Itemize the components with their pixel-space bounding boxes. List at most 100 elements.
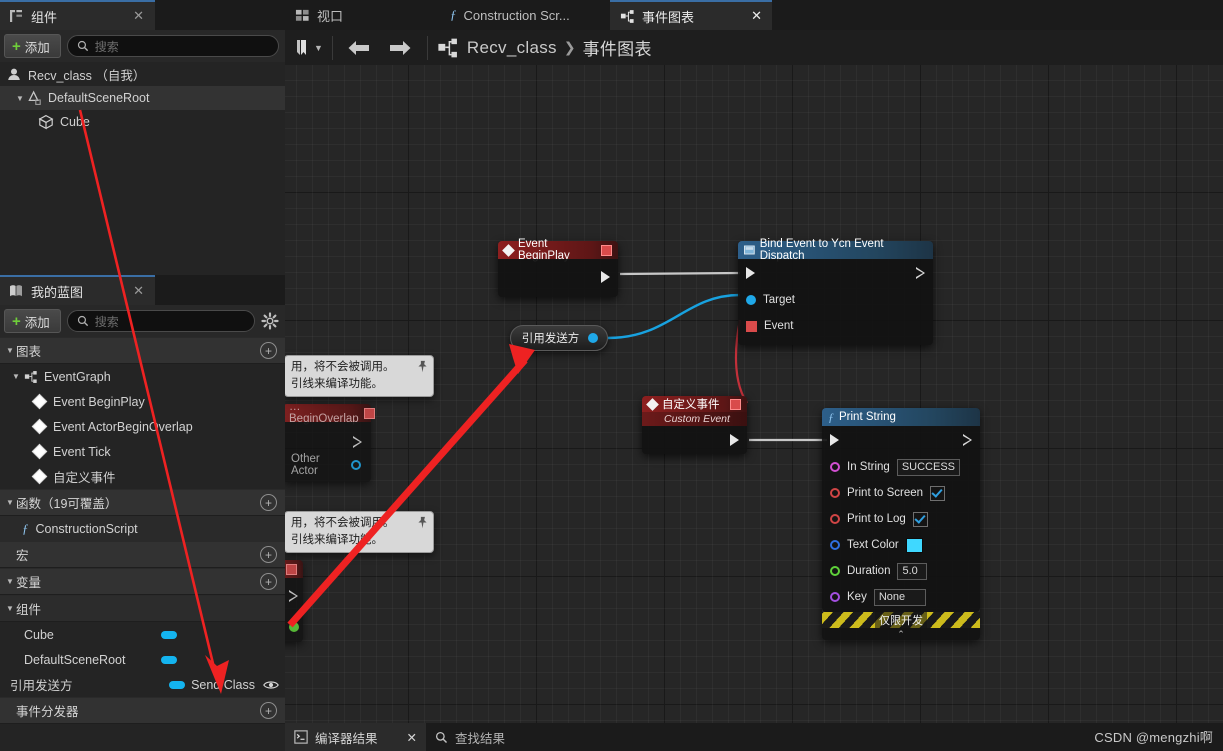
data-out-pin[interactable]: [289, 622, 299, 632]
variable-row-ref-sender[interactable]: 引用发送方 Send Class: [0, 672, 285, 697]
tab-compiler-results[interactable]: 编译器结果 ✕: [285, 723, 426, 751]
section-components[interactable]: ▼ 组件: [0, 595, 285, 622]
tree-item-default-scene-root-label: DefaultSceneRoot: [48, 91, 150, 105]
tree-item-recv-class[interactable]: Recv_class （自我）: [0, 62, 285, 86]
chevron-down-icon[interactable]: ▼: [4, 604, 16, 613]
section-graphs[interactable]: ▼ 图表 +: [0, 337, 285, 364]
tab-construction-script[interactable]: ƒ Construction Scr...: [440, 0, 595, 30]
variable-type-pill: [169, 680, 186, 689]
node-ref-sender-label: 引用发送方: [521, 333, 580, 345]
chevron-down-icon[interactable]: ▼: [10, 372, 22, 381]
tab-components[interactable]: 组件 ✕: [0, 0, 155, 30]
section-event-dispatchers[interactable]: ▼ 事件分发器 +: [0, 697, 285, 724]
in-string-pin[interactable]: [830, 462, 840, 472]
text-color-swatch[interactable]: [905, 537, 923, 553]
print-to-screen-pin[interactable]: [830, 488, 840, 498]
components-tabstrip: 组件 ✕: [0, 0, 285, 30]
section-variables-add-button[interactable]: +: [260, 573, 277, 590]
eye-icon[interactable]: [263, 679, 279, 691]
tab-viewport[interactable]: 视口: [285, 0, 395, 30]
myblueprint-add-label: 添加: [24, 315, 50, 330]
section-functions-add-button[interactable]: +: [260, 494, 277, 511]
node-event-begin-play[interactable]: Event BeginPlay: [498, 238, 618, 297]
forward-button[interactable]: [380, 34, 422, 62]
section-graphs-add-button[interactable]: +: [260, 342, 277, 359]
duration-pin[interactable]: [830, 566, 840, 576]
breadcrumb-separator-icon: ❯: [563, 39, 576, 55]
exec-in-pin[interactable]: [830, 434, 839, 446]
tab-event-graph-close-icon[interactable]: ✕: [751, 8, 762, 24]
gear-icon[interactable]: [261, 312, 279, 330]
exec-out-pin[interactable]: [289, 590, 298, 602]
print-string-key-value[interactable]: None: [873, 588, 926, 606]
graph-item-event-beginplay[interactable]: Event BeginPlay: [0, 389, 285, 414]
components-search-input[interactable]: 搜索: [66, 35, 279, 57]
function-icon: ƒ: [450, 7, 457, 22]
event-diamond-icon: [31, 468, 48, 485]
function-icon: ƒ: [22, 520, 29, 536]
print-to-log-checkbox[interactable]: [912, 511, 928, 527]
tab-event-graph[interactable]: 事件图表 ✕: [610, 0, 772, 30]
tree-item-default-scene-root[interactable]: ▼ DefaultSceneRoot: [0, 86, 285, 110]
target-pin[interactable]: [746, 295, 756, 305]
section-event-dispatchers-add-button[interactable]: +: [260, 702, 277, 719]
node-actor-begin-overlap-occluded[interactable]: …BeginOverlap Other Actor: [285, 401, 375, 482]
exec-out-pin[interactable]: [601, 271, 610, 283]
chevron-down-icon[interactable]: ▼: [14, 94, 26, 103]
section-functions[interactable]: ▼ 函数（19可覆盖） +: [0, 489, 285, 516]
exec-out-pin[interactable]: [963, 434, 972, 446]
graph-item-event-actorbeginoverlap[interactable]: Event ActorBeginOverlap: [0, 414, 285, 439]
text-color-pin[interactable]: [830, 540, 840, 550]
graph-icon: [438, 38, 457, 57]
myblueprint-tabstrip: 我的蓝图 ✕: [0, 275, 285, 305]
print-to-log-pin[interactable]: [830, 514, 840, 524]
exec-out-pin[interactable]: [916, 267, 925, 279]
myblueprint-search-input[interactable]: 搜索: [66, 310, 255, 332]
object-out-pin[interactable]: [588, 333, 598, 343]
tab-compiler-results-close-icon[interactable]: ✕: [407, 730, 417, 745]
exec-wire-beginplay-to-bind: [619, 271, 741, 276]
print-string-collapse-button[interactable]: ⌃: [822, 628, 980, 640]
variable-row-cube[interactable]: Cube: [0, 622, 285, 647]
print-string-instring-value[interactable]: SUCCESS: [896, 458, 961, 476]
other-actor-row: Other Actor: [285, 452, 369, 478]
tree-item-cube[interactable]: Cube: [0, 110, 285, 134]
section-variables[interactable]: ▼ 变量 +: [0, 568, 285, 595]
section-macros[interactable]: ▼ 宏 +: [0, 541, 285, 568]
tab-components-close-icon[interactable]: ✕: [130, 8, 147, 24]
chevron-down-icon[interactable]: ▼: [4, 577, 16, 586]
myblueprint-add-button[interactable]: + 添加: [4, 309, 61, 333]
graph-item-custom-event[interactable]: 自定义事件: [0, 464, 285, 489]
graph-item-event-tick[interactable]: Event Tick: [0, 439, 285, 464]
blueprint-graph-canvas[interactable]: Event BeginPlay Bind Event to Ycn Event …: [285, 65, 1223, 723]
chevron-down-icon[interactable]: ▼: [4, 346, 16, 355]
chevron-down-icon[interactable]: ▼: [314, 43, 323, 53]
exec-out-pin[interactable]: [353, 436, 362, 448]
key-pin[interactable]: [830, 592, 840, 602]
data-wire-sender-to-target: [607, 293, 741, 340]
variable-row-defaultsceneroot[interactable]: DefaultSceneRoot: [0, 647, 285, 672]
node-occluded-lower[interactable]: [285, 560, 303, 642]
tab-my-blueprint-close-icon[interactable]: ✕: [130, 283, 147, 299]
print-string-duration-value[interactable]: 5.0: [897, 562, 928, 580]
function-item-constructionscript[interactable]: ƒ ConstructionScript: [0, 516, 285, 541]
node-bind-event-dispatcher[interactable]: Bind Event to Ycn Event Dispatch Target: [738, 238, 933, 345]
back-button[interactable]: [338, 34, 380, 62]
components-add-button[interactable]: + 添加: [4, 34, 61, 58]
tab-my-blueprint[interactable]: 我的蓝图 ✕: [0, 275, 155, 305]
event-pin[interactable]: [746, 320, 757, 332]
other-actor-pin[interactable]: [351, 460, 361, 470]
exec-out-pin[interactable]: [730, 434, 739, 446]
print-to-screen-checkbox[interactable]: [930, 485, 946, 501]
graph-item-eventgraph[interactable]: ▼ EventGraph: [0, 364, 285, 389]
tab-find-results[interactable]: 查找结果: [426, 723, 514, 751]
node-ref-sender-variable[interactable]: 引用发送方: [510, 325, 608, 351]
node-custom-event[interactable]: 自定义事件 Custom Event: [642, 396, 747, 454]
bookmark-button[interactable]: ▼: [291, 34, 327, 62]
tooltip-note-upper-line2: 引线来编译功能。: [291, 378, 383, 390]
chevron-down-icon[interactable]: ▼: [4, 498, 16, 507]
breadcrumb-root[interactable]: Recv_class: [467, 38, 557, 58]
node-print-string[interactable]: ƒ Print String In String SUCCESS Print t…: [822, 408, 980, 640]
section-macros-add-button[interactable]: +: [260, 546, 277, 563]
exec-in-pin[interactable]: [746, 267, 755, 279]
